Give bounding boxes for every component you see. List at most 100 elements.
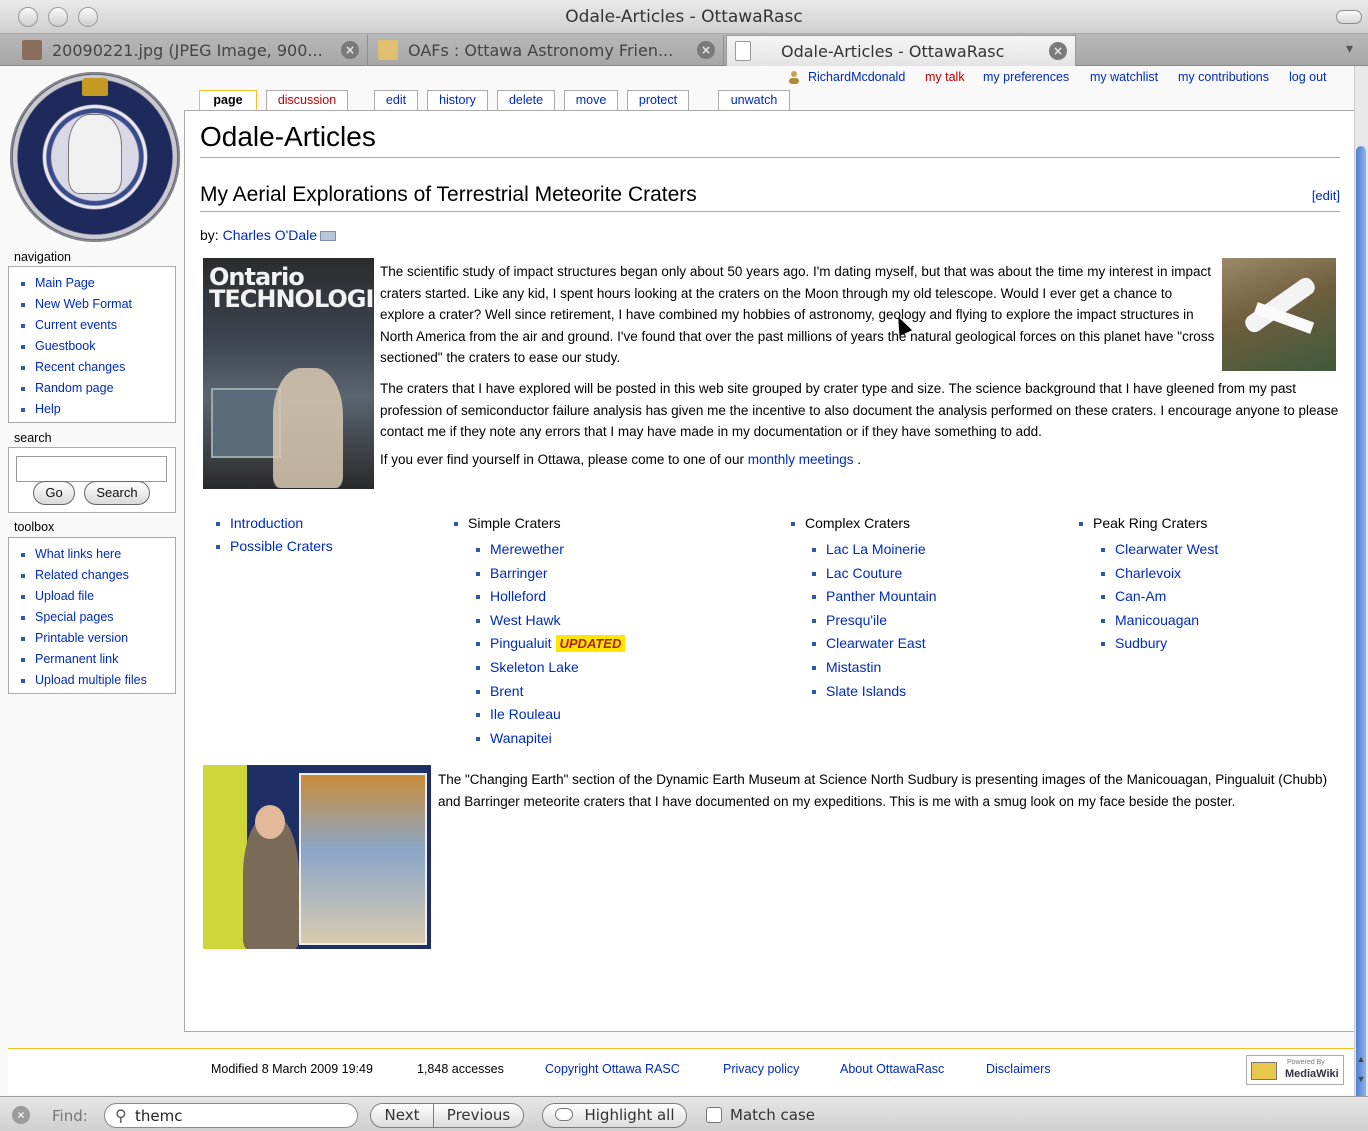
find-input[interactable]: ⚲ themc	[104, 1103, 358, 1128]
toolbox-special-pages[interactable]: Special pages	[19, 607, 175, 628]
find-label: Find:	[52, 1107, 88, 1125]
crater-link[interactable]: Clearwater West	[1101, 541, 1218, 557]
introduction-link[interactable]: Introduction	[216, 515, 303, 531]
browser-tab-oafs[interactable]: OAFs : Ottawa Astronomy Frien... ×	[370, 35, 724, 65]
nav-current-events[interactable]: Current events	[19, 315, 175, 336]
byline: by: Charles O'Dale	[200, 227, 337, 243]
mail-icon[interactable]	[320, 231, 337, 242]
mediawiki-logo-icon	[1251, 1062, 1277, 1080]
toolbox-related-changes[interactable]: Related changes	[19, 565, 175, 586]
nav-recent-changes[interactable]: Recent changes	[19, 357, 175, 378]
tab-edit[interactable]: edit	[374, 90, 418, 110]
browser-tab-jpeg[interactable]: 20090221.jpg (JPEG Image, 900... ×	[14, 35, 368, 65]
toolbar-toggle-button[interactable]	[1336, 10, 1362, 24]
close-find-icon[interactable]: ×	[12, 1106, 30, 1124]
find-bar: × Find: ⚲ themc Next Previous Highlight …	[0, 1096, 1368, 1131]
monthly-meetings-link[interactable]: monthly meetings	[748, 452, 854, 467]
crater-link[interactable]: Manicouagan	[1101, 612, 1199, 628]
tab-unwatch[interactable]: unwatch	[718, 90, 790, 110]
my-contributions-link[interactable]: my contributions	[1178, 70, 1269, 84]
edit-section-link[interactable]: [edit]	[1312, 188, 1340, 203]
close-tab-icon[interactable]: ×	[341, 41, 359, 59]
nav-help[interactable]: Help	[19, 399, 175, 420]
crater-link[interactable]: Mistastin	[812, 659, 881, 675]
crater-link[interactable]: Skeleton Lake	[476, 659, 579, 675]
match-case-checkbox[interactable]	[706, 1107, 722, 1123]
crater-link[interactable]: Panther Mountain	[812, 588, 937, 604]
tab-page[interactable]: page	[199, 90, 257, 110]
about-link[interactable]: About OttawaRasc	[840, 1062, 944, 1076]
my-watchlist-link[interactable]: my watchlist	[1090, 70, 1158, 84]
nav-guestbook[interactable]: Guestbook	[19, 336, 175, 357]
crater-link[interactable]: Lac La Moinerie	[812, 541, 926, 557]
mediawiki-label: MediaWiki	[1285, 1068, 1339, 1080]
browser-tab-label: 20090221.jpg (JPEG Image, 900...	[52, 40, 323, 60]
tab-history[interactable]: history	[427, 90, 488, 110]
crater-link[interactable]: Clearwater East	[812, 635, 926, 651]
crater-link[interactable]: Merewether	[476, 541, 564, 557]
close-tab-icon[interactable]: ×	[697, 41, 715, 59]
window-title: Odale-Articles - OttawaRasc	[565, 7, 803, 27]
museum-paragraph: The "Changing Earth" section of the Dyna…	[438, 772, 1328, 809]
vertical-scrollbar[interactable]: ▲ ▼	[1354, 66, 1368, 1101]
browser-tab-odale[interactable]: Odale-Articles - OttawaRasc ×	[726, 35, 1076, 66]
scientist-illustration	[273, 368, 343, 488]
author-link[interactable]: Charles O'Dale	[223, 227, 318, 243]
nav-new-web-format[interactable]: New Web Format	[19, 294, 175, 315]
scroll-down-arrow-icon[interactable]: ▼	[1356, 1074, 1366, 1084]
navigation-heading: navigation	[14, 250, 71, 264]
toolbox-upload-file[interactable]: Upload file	[19, 586, 175, 607]
tab-move[interactable]: move	[564, 90, 618, 110]
window-titlebar: Odale-Articles - OttawaRasc	[0, 0, 1368, 34]
crater-link[interactable]: Lac Couture	[812, 565, 902, 581]
museum-photo[interactable]	[203, 765, 431, 949]
close-tab-icon[interactable]: ×	[1049, 42, 1067, 60]
meetings-paragraph: If you ever find yourself in Ottawa, ple…	[380, 449, 1340, 471]
crater-poster	[299, 773, 427, 945]
crater-link[interactable]: Barringer	[476, 565, 548, 581]
powered-by-mediawiki-badge[interactable]: Powered By MediaWiki	[1246, 1055, 1344, 1085]
search-input[interactable]	[16, 456, 167, 482]
intro-paragraph: The scientific study of impact structure…	[380, 264, 1215, 365]
crater-link[interactable]: Presqu'ile	[812, 612, 887, 628]
crater-link[interactable]: Brent	[476, 683, 523, 699]
rasc-logo[interactable]	[10, 72, 180, 242]
log-out-link[interactable]: log out	[1289, 70, 1327, 84]
crater-link[interactable]: Holleford	[476, 588, 546, 604]
possible-craters-link[interactable]: Possible Craters	[216, 538, 333, 554]
tab-protect[interactable]: protect	[627, 90, 689, 110]
blank-page-icon	[735, 41, 751, 61]
scroll-up-arrow-icon[interactable]: ▲	[1356, 1054, 1366, 1064]
crater-link[interactable]: Charlevoix	[1101, 565, 1181, 581]
toolbox-permanent-link[interactable]: Permanent link	[19, 649, 175, 670]
nav-random-page[interactable]: Random page	[19, 378, 175, 399]
toolbox-printable-version[interactable]: Printable version	[19, 628, 175, 649]
crater-link[interactable]: Slate Islands	[812, 683, 906, 699]
crater-link[interactable]: Wanapitei	[476, 730, 552, 746]
my-preferences-link[interactable]: my preferences	[983, 70, 1069, 84]
find-previous-button[interactable]: Previous	[433, 1103, 524, 1128]
my-talk-link[interactable]: my talk	[925, 70, 965, 84]
toolbox-upload-multiple-files[interactable]: Upload multiple files	[19, 670, 175, 691]
user-link[interactable]: RichardMcdonald	[808, 70, 905, 84]
scrollbar-thumb[interactable]	[1356, 146, 1366, 1101]
find-next-button[interactable]: Next	[370, 1103, 434, 1128]
toolbox-what-links-here[interactable]: What links here	[19, 544, 175, 565]
person-head	[255, 805, 285, 839]
nav-main-page[interactable]: Main Page	[19, 273, 175, 294]
magazine-cover-image[interactable]: Ontario TECHNOLOGIST	[203, 258, 374, 489]
go-button[interactable]: Go	[33, 481, 75, 505]
crater-link[interactable]: Can-Am	[1101, 588, 1166, 604]
crater-link[interactable]: Pingualuit	[490, 635, 552, 651]
tab-delete[interactable]: delete	[497, 90, 555, 110]
airplane-photo[interactable]	[1222, 258, 1336, 371]
crater-link[interactable]: West Hawk	[476, 612, 561, 628]
privacy-policy-link[interactable]: Privacy policy	[723, 1062, 799, 1076]
tab-list-icon[interactable]: ▾	[1346, 40, 1364, 58]
copyright-link[interactable]: Copyright Ottawa RASC	[545, 1062, 680, 1076]
search-button[interactable]: Search	[84, 481, 150, 505]
crater-link[interactable]: Sudbury	[1101, 635, 1167, 651]
tab-discussion[interactable]: discussion	[266, 90, 348, 110]
disclaimers-link[interactable]: Disclaimers	[986, 1062, 1051, 1076]
crater-link[interactable]: Ile Rouleau	[476, 706, 561, 722]
